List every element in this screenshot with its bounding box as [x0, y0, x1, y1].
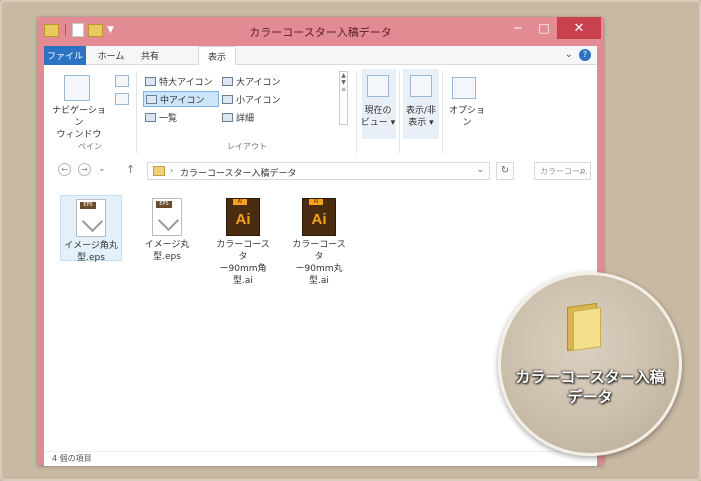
layout-label: 小アイコン: [236, 95, 281, 106]
address-field[interactable]: › カラーコースター入稿データ ⌄: [147, 162, 490, 180]
breadcrumb[interactable]: カラーコースター入稿データ: [180, 166, 297, 179]
layout-label: 中アイコン: [160, 95, 205, 106]
current-view-icon[interactable]: [367, 75, 389, 97]
show-hide-icon[interactable]: [410, 75, 432, 97]
ai-logo: Ai: [311, 211, 327, 228]
file-type-tag: EPS: [156, 201, 172, 208]
folder-label: カラーコースター入稿 データ: [515, 368, 665, 406]
tab-file[interactable]: ファイル: [44, 46, 86, 65]
file-item[interactable]: EPS イメージ角丸 型.eps: [60, 195, 122, 263]
eps-file-icon: EPS: [76, 199, 106, 237]
layout-label: 一覧: [159, 113, 178, 124]
file-name: カラーコースタ ー90mm角 型.ai: [216, 240, 270, 286]
folder-icon: [567, 302, 605, 352]
magnified-callout: カラーコースター入稿 データ: [498, 272, 682, 456]
details-pane-icon[interactable]: [115, 93, 129, 105]
up-arrow-icon[interactable]: ↑: [126, 163, 135, 176]
folder-icon: [153, 166, 165, 176]
ribbon-expand-icon[interactable]: ⌄: [565, 49, 573, 60]
tab-share[interactable]: 共有: [134, 46, 166, 65]
eps-file-icon: EPS: [152, 198, 182, 236]
current-view-button[interactable]: 現在の ビュー ▾: [358, 105, 398, 129]
window-controls: ─ □ ✕: [505, 17, 601, 39]
navigation-pane-button[interactable]: ナビゲーション ウィンドウ: [48, 105, 110, 141]
tab-home[interactable]: ホーム: [92, 46, 130, 65]
file-type-tag: AI: [233, 199, 247, 205]
ribbon-divider: [136, 71, 137, 153]
navigation-pane-icon[interactable]: [64, 75, 90, 101]
options-button[interactable]: オプション: [445, 105, 489, 129]
title-bar: ▼ カラーコースター入稿データ ─ □ ✕: [38, 17, 603, 46]
illustrator-file-icon: AI Ai: [302, 198, 336, 236]
address-dropdown-icon[interactable]: ⌄: [476, 165, 484, 175]
options-icon[interactable]: [452, 77, 476, 99]
ribbon-tabs: ファイル ホーム 共有 表示 ⌄ ?: [44, 46, 597, 65]
file-name: カラーコースタ ー90mm丸 型.ai: [292, 240, 346, 286]
item-count: 4 個の項目: [52, 454, 92, 463]
layout-label: 特大アイコン: [159, 77, 213, 88]
illustrator-file-icon: AI Ai: [226, 198, 260, 236]
details-icon: [222, 112, 233, 122]
breadcrumb-separator-icon[interactable]: ›: [170, 166, 173, 175]
medium-icons-icon: [146, 94, 157, 104]
layout-label: 詳細: [236, 113, 255, 124]
file-item[interactable]: AI Ai カラーコースタ ー90mm角 型.ai: [212, 195, 274, 287]
tab-view[interactable]: 表示: [198, 46, 236, 65]
recent-locations-icon[interactable]: ⌄: [98, 164, 106, 174]
show-hide-label-2: 表示 ▾: [408, 118, 434, 128]
help-icon[interactable]: ?: [579, 49, 591, 61]
folder-front: [573, 307, 601, 351]
layout-label: 大アイコン: [236, 77, 281, 88]
ribbon-divider: [356, 71, 357, 153]
ai-logo: Ai: [235, 211, 251, 228]
current-view-label: 現在の: [364, 106, 392, 116]
layout-list[interactable]: 一覧: [145, 109, 219, 125]
file-type-tag: EPS: [80, 202, 96, 209]
file-name: イメージ角丸 型.eps: [64, 241, 118, 263]
layout-extra-large-icons[interactable]: 特大アイコン: [145, 73, 219, 89]
refresh-icon[interactable]: ↻: [496, 162, 514, 180]
search-icon[interactable]: ⌕: [580, 164, 586, 178]
layout-group-label: レイアウト: [227, 142, 267, 151]
minimize-button[interactable]: ─: [505, 17, 531, 39]
current-view-label-2: ビュー ▾: [360, 118, 396, 128]
navigation-pane-label: ナビゲーション: [52, 106, 106, 128]
large-icons-icon: [222, 76, 233, 86]
pen-tool-icon: [81, 210, 104, 233]
ribbon: ナビゲーション ウィンドウ ペイン 特大アイコン 大アイコン 中アイコン 小アイ…: [44, 65, 597, 156]
layout-details[interactable]: 詳細: [222, 109, 294, 125]
pane-group-label: ペイン: [78, 142, 102, 151]
file-item[interactable]: AI Ai カラーコースタ ー90mm丸 型.ai: [288, 195, 350, 287]
small-icons-icon: [222, 94, 233, 104]
extra-large-icons-icon: [145, 76, 156, 86]
layout-gallery-scroll[interactable]: ▲ ▼ ≡: [339, 71, 348, 125]
ribbon-divider: [442, 71, 443, 153]
file-type-tag: AI: [309, 199, 323, 205]
show-hide-label: 表示/非: [405, 106, 437, 116]
navigation-pane-label-2: ウィンドウ: [56, 130, 102, 140]
list-icon: [145, 112, 156, 122]
search-input[interactable]: カラーコー... ⌕: [534, 162, 591, 180]
show-hide-button[interactable]: 表示/非 表示 ▾: [400, 105, 442, 129]
back-arrow-icon[interactable]: ←: [58, 163, 71, 176]
preview-pane-icon[interactable]: [115, 75, 129, 87]
status-bar: 4 個の項目: [44, 451, 597, 466]
forward-arrow-icon[interactable]: →: [78, 163, 91, 176]
pen-tool-icon: [157, 209, 180, 232]
layout-medium-icons[interactable]: 中アイコン: [143, 91, 219, 107]
layout-small-icons[interactable]: 小アイコン: [222, 91, 294, 107]
maximize-button[interactable]: □: [531, 17, 557, 39]
close-button[interactable]: ✕: [557, 17, 601, 39]
layout-large-icons[interactable]: 大アイコン: [222, 73, 294, 89]
file-item[interactable]: EPS イメージ丸 型.eps: [136, 195, 198, 263]
file-name: イメージ丸 型.eps: [144, 240, 190, 262]
address-bar-row: ← → ⌄ ↑ › カラーコースター入稿データ ⌄ カラーコー... ⌕ ↻: [44, 155, 597, 188]
